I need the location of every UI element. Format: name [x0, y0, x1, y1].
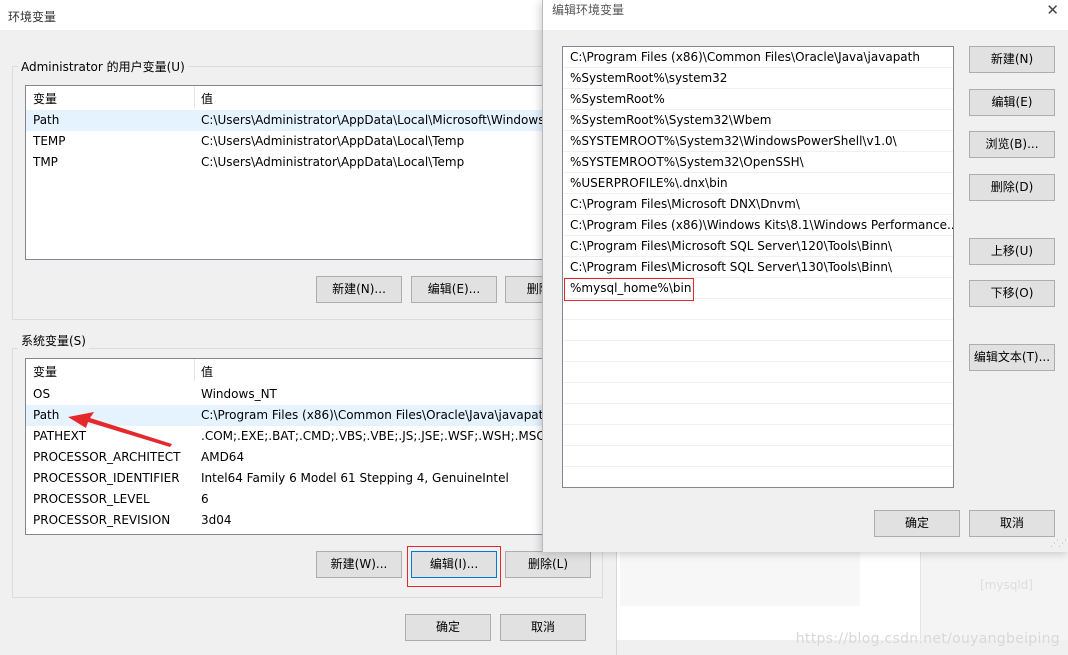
var-value: AMD64 — [201, 450, 245, 464]
background-text: [mysqld] — [980, 578, 1033, 592]
var-value: C:\Users\Administrator\AppData\Local\Tem… — [201, 155, 465, 169]
system-list-header: 变量 值 — [26, 359, 606, 382]
path-entry[interactable]: %SystemRoot%\system32 — [563, 68, 953, 89]
var-value: C:\Program Files (x86)\Common Files\Orac… — [201, 408, 556, 422]
var-name: Path — [33, 408, 60, 422]
var-name: PROCESSOR_REVISION — [33, 513, 171, 527]
path-new-button[interactable]: 新建(N) — [969, 46, 1055, 73]
var-name: Path — [33, 113, 60, 127]
edit-dialog-titlebar: 编辑环境变量 ✕ — [543, 0, 1068, 30]
path-entry[interactable]: %SystemRoot%\System32\Wbem — [563, 110, 953, 131]
edit-dialog-title: 编辑环境变量 — [552, 3, 625, 17]
var-value: 3d04 — [201, 513, 232, 527]
path-entry[interactable]: C:\Program Files (x86)\Common Files\Orac… — [563, 47, 953, 68]
watermark: https://blog.csdn.net/ouyangbeiping — [795, 631, 1060, 647]
system-delete-button[interactable]: 删除(L) — [505, 551, 591, 578]
dialog-cancel-button[interactable]: 取消 — [969, 510, 1055, 537]
close-icon[interactable]: ✕ — [1046, 1, 1059, 19]
user-new-button[interactable]: 新建(N)... — [316, 276, 402, 303]
user-variables-list[interactable]: 变量 值 Path C:\Users\Administrator\AppData… — [25, 85, 607, 260]
resize-grip-icon[interactable]: ⋰⋰ — [1050, 539, 1067, 549]
path-move-up-button[interactable]: 上移(U) — [969, 238, 1055, 265]
var-value: 6 — [201, 492, 209, 506]
user-list-header: 变量 值 — [26, 86, 606, 109]
user-edit-button[interactable]: 编辑(E)... — [411, 276, 497, 303]
var-value: C:\Users\Administrator\AppData\Local\Mic… — [201, 113, 579, 127]
path-entry[interactable]: C:\Program Files (x86)\Windows Kits\8.1\… — [563, 215, 953, 236]
user-var-row[interactable]: Path C:\Users\Administrator\AppData\Loca… — [26, 110, 606, 131]
path-edit-button[interactable]: 编辑(E) — [969, 89, 1055, 116]
var-value: .COM;.EXE;.BAT;.CMD;.VBS;.VBE;.JS;.JSE;.… — [201, 429, 545, 443]
ok-button[interactable]: 确定 — [405, 614, 491, 641]
path-entry[interactable]: C:\Program Files\Microsoft SQL Server\13… — [563, 257, 953, 278]
env-window-title: 环境变量 — [8, 10, 57, 24]
column-header-value[interactable]: 值 — [201, 363, 213, 380]
path-entry[interactable]: %SYSTEMROOT%\System32\OpenSSH\ — [563, 152, 953, 173]
var-value: C:\Users\Administrator\AppData\Local\Tem… — [201, 134, 465, 148]
var-name: PROCESSOR_LEVEL — [33, 492, 150, 506]
path-move-down-button[interactable]: 下移(O) — [969, 280, 1055, 307]
edit-env-variable-dialog: 编辑环境变量 ✕ C:\Program Files (x86)\Common F… — [542, 0, 1068, 552]
user-var-row[interactable]: TEMP C:\Users\Administrator\AppData\Loca… — [26, 131, 606, 152]
var-value: Intel64 Family 6 Model 61 Stepping 4, Ge… — [201, 471, 509, 485]
var-name: TMP — [33, 155, 58, 169]
dialog-ok-button[interactable]: 确定 — [874, 510, 960, 537]
path-entries-list[interactable]: C:\Program Files (x86)\Common Files\Orac… — [562, 46, 954, 488]
system-var-row[interactable]: PROCESSOR_IDENTIFIER Intel64 Family 6 Mo… — [26, 468, 606, 489]
edit-button-highlight — [407, 546, 501, 587]
env-variables-window: 环境变量 Administrator 的用户变量(U) 变量 值 Path C:… — [0, 0, 617, 655]
path-delete-button[interactable]: 删除(D) — [969, 174, 1055, 201]
var-name: PROCESSOR_ARCHITECT — [33, 450, 181, 464]
var-value: Windows_NT — [201, 387, 277, 401]
cancel-button[interactable]: 取消 — [500, 614, 586, 641]
var-name: PROCESSOR_IDENTIFIER — [33, 471, 180, 485]
path-entry[interactable]: %USERPROFILE%\.dnx\bin — [563, 173, 953, 194]
var-name: TEMP — [33, 134, 66, 148]
path-entry[interactable]: C:\Program Files\Microsoft SQL Server\12… — [563, 236, 953, 257]
path-edit-text-button[interactable]: 编辑文本(T)... — [969, 344, 1055, 371]
mysql-entry-highlight — [564, 278, 694, 301]
column-header-value[interactable]: 值 — [201, 90, 213, 107]
path-entry[interactable]: %SYSTEMROOT%\System32\WindowsPowerShell\… — [563, 131, 953, 152]
column-header-variable[interactable]: 变量 — [33, 363, 57, 380]
system-variables-label: 系统变量(S) — [18, 332, 89, 349]
path-browse-button[interactable]: 浏览(B)... — [969, 131, 1055, 158]
system-var-row[interactable]: PROCESSOR_LEVEL 6 — [26, 489, 606, 510]
red-arrow-annotation — [68, 412, 172, 447]
env-titlebar: 环境变量 — [0, 0, 616, 30]
path-entry[interactable]: C:\Program Files\Microsoft DNX\Dnvm\ — [563, 194, 953, 215]
var-name: OS — [33, 387, 51, 401]
system-var-row[interactable]: OS Windows_NT — [26, 384, 606, 405]
system-var-row[interactable]: PROCESSOR_REVISION 3d04 — [26, 510, 606, 531]
user-var-row[interactable]: TMP C:\Users\Administrator\AppData\Local… — [26, 152, 606, 173]
user-variables-label: Administrator 的用户变量(U) — [18, 58, 188, 75]
column-header-variable[interactable]: 变量 — [33, 90, 57, 107]
system-var-row[interactable]: PROCESSOR_ARCHITECT AMD64 — [26, 447, 606, 468]
path-entry[interactable]: %SystemRoot% — [563, 89, 953, 110]
system-new-button[interactable]: 新建(W)... — [316, 551, 402, 578]
